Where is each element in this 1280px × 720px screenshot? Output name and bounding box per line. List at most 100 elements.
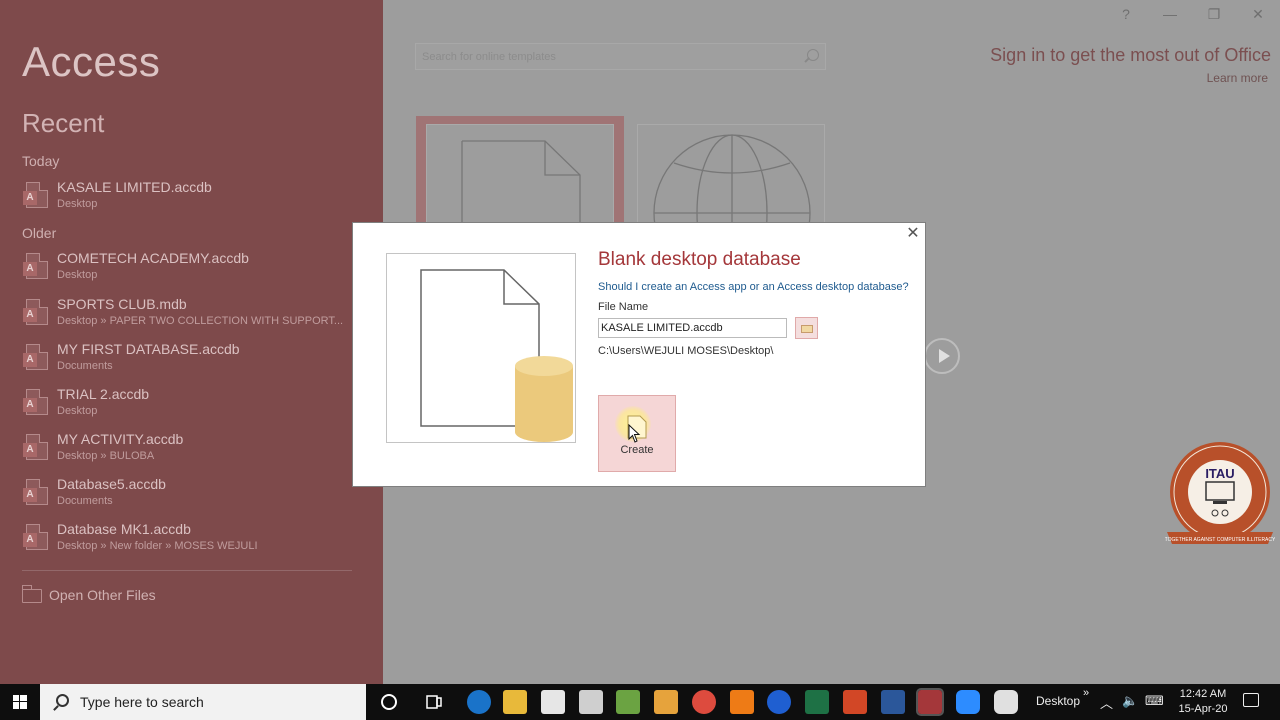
app-title: Access [22, 38, 161, 85]
restore-button[interactable]: ❐ [1192, 0, 1236, 28]
recent-file-location: Desktop » New folder » MOSES WEJULI [57, 540, 258, 552]
access-file-icon: A [23, 299, 48, 325]
recent-file-item[interactable]: A MY ACTIVITY.accdb Desktop » BULOBA [22, 431, 352, 471]
recent-file-location: Documents [57, 495, 113, 507]
file-name-input[interactable] [598, 318, 787, 338]
database-preview [386, 253, 576, 443]
powerpoint-icon[interactable] [843, 690, 867, 714]
create-label: Create [620, 444, 654, 456]
template-search-input[interactable] [416, 44, 796, 69]
signin-prompt[interactable]: Sign in to get the most out of Office [990, 45, 1271, 66]
custom-web-app-template[interactable] [628, 116, 836, 292]
desktop-toolbar-label[interactable]: Desktop [1036, 694, 1080, 708]
recent-file-name: KASALE LIMITED.accdb [57, 179, 212, 195]
template-search-box[interactable] [415, 43, 826, 70]
recent-file-location: Documents [57, 360, 113, 372]
mail-icon[interactable] [579, 690, 603, 714]
recent-file-name: MY ACTIVITY.accdb [57, 431, 184, 447]
recent-file-location: Desktop [57, 198, 98, 210]
help-link[interactable]: Should I create an Access app or an Acce… [598, 281, 909, 293]
dialog-title: Blank desktop database [598, 249, 801, 270]
access-file-icon: A [23, 344, 48, 370]
clock[interactable]: 12:42 AM 15-Apr-20 [1173, 687, 1233, 717]
template-thumbnail [637, 124, 825, 292]
access-file-icon: A [23, 253, 48, 279]
recent-file-name: Database5.accdb [57, 476, 166, 492]
create-button[interactable]: Create [598, 395, 676, 472]
access-file-icon: A [23, 182, 48, 208]
minimize-button[interactable]: — [1148, 0, 1192, 28]
folder-icon [22, 585, 42, 603]
media-player-icon[interactable] [654, 690, 678, 714]
notifications-icon[interactable] [1243, 693, 1259, 707]
recent-file-item[interactable]: A SPORTS CLUB.mdb Desktop » PAPER TWO CO… [22, 296, 352, 336]
volume-icon[interactable]: 🔈 [1122, 693, 1138, 709]
learn-more-link[interactable]: Learn more [1207, 71, 1268, 85]
clock-time: 12:42 AM [1179, 688, 1227, 700]
today-label: Today [22, 153, 60, 169]
windows-logo-icon [13, 695, 27, 709]
backstage-pane: Access Recent Today A KASALE LIMITED.acc… [0, 0, 383, 684]
folder-icon [801, 325, 813, 333]
recent-heading: Recent [22, 108, 105, 138]
svg-text:TOGETHER AGAINST COMPUTER ILLI: TOGETHER AGAINST COMPUTER ILLITERACY [1165, 537, 1275, 543]
divider [22, 570, 352, 571]
access-file-icon: A [23, 524, 48, 550]
toolbar-chevron[interactable]: » [1083, 687, 1089, 699]
cortana-icon[interactable] [377, 690, 401, 714]
blank-database-template[interactable] [416, 116, 624, 237]
zoom-icon[interactable] [956, 690, 980, 714]
search-icon[interactable] [807, 49, 819, 61]
photos-icon[interactable] [616, 690, 640, 714]
word-icon[interactable] [881, 690, 905, 714]
recent-file-item[interactable]: A COMETECH ACADEMY.accdb Desktop [22, 250, 352, 290]
excel-icon[interactable] [805, 690, 829, 714]
clock-date: 15-Apr-20 [1178, 703, 1228, 715]
recent-file-name: TRIAL 2.accdb [57, 386, 150, 402]
access-file-icon: A [23, 389, 48, 415]
recent-file-name: MY FIRST DATABASE.accdb [57, 341, 240, 357]
template-thumbnail [426, 124, 614, 237]
open-other-files-label: Open Other Files [49, 587, 156, 603]
recent-file-item[interactable]: A TRIAL 2.accdb Desktop [22, 386, 352, 426]
start-button[interactable] [0, 684, 40, 720]
file-path: C:\Users\WEJULI MOSES\Desktop\ [598, 345, 774, 357]
camera-icon[interactable] [994, 690, 1018, 714]
search-icon [56, 694, 69, 707]
svg-text:ITAU: ITAU [1205, 466, 1234, 481]
window-controls: ? — ❐ ✕ [1104, 0, 1280, 30]
recent-file-location: Desktop » PAPER TWO COLLECTION WITH SUPP… [57, 315, 344, 327]
store-icon[interactable] [541, 690, 565, 714]
taskbar-search-box[interactable]: Type here to search [40, 684, 366, 720]
windows-taskbar: Type here to search Desktop » ︿ 🔈 ⌨ 12:4… [0, 684, 1280, 720]
recent-file-item[interactable]: A Database MK1.accdb Desktop » New folde… [22, 521, 352, 561]
access-file-icon: A [23, 434, 48, 460]
help-button[interactable]: ? [1104, 0, 1148, 28]
tray-overflow-icon[interactable]: ︿ [1100, 693, 1113, 712]
vlc-icon[interactable] [730, 690, 754, 714]
keyboard-icon[interactable]: ⌨ [1145, 693, 1164, 709]
recent-file-location: Desktop [57, 405, 98, 417]
play-video-button[interactable] [924, 338, 960, 374]
recent-file-location: Desktop » BULOBA [57, 450, 155, 462]
recent-file-item[interactable]: A Database5.accdb Documents [22, 476, 352, 516]
access-file-icon: A [23, 479, 48, 505]
bluetooth-icon[interactable] [767, 690, 791, 714]
browse-folder-button[interactable] [795, 317, 818, 339]
dialog-close-button[interactable]: ✕ [905, 226, 921, 242]
access-icon[interactable] [916, 688, 944, 716]
recent-file-item[interactable]: A KASALE LIMITED.accdb Desktop [22, 179, 352, 219]
blank-document-icon [461, 140, 581, 237]
recent-file-name: COMETECH ACADEMY.accdb [57, 250, 249, 266]
recent-file-location: Desktop [57, 269, 98, 281]
file-explorer-icon[interactable] [503, 690, 527, 714]
taskbar-search-placeholder: Type here to search [80, 694, 204, 710]
blank-database-dialog: ✕ Blank desktop database Should I create… [352, 222, 926, 487]
chrome-icon[interactable] [692, 690, 716, 714]
edge-icon[interactable] [467, 690, 491, 714]
mouse-cursor-icon [628, 424, 641, 443]
globe-icon [653, 134, 811, 292]
task-view-icon[interactable] [422, 690, 446, 714]
close-window-button[interactable]: ✕ [1236, 0, 1280, 28]
recent-file-item[interactable]: A MY FIRST DATABASE.accdb Documents [22, 341, 352, 381]
